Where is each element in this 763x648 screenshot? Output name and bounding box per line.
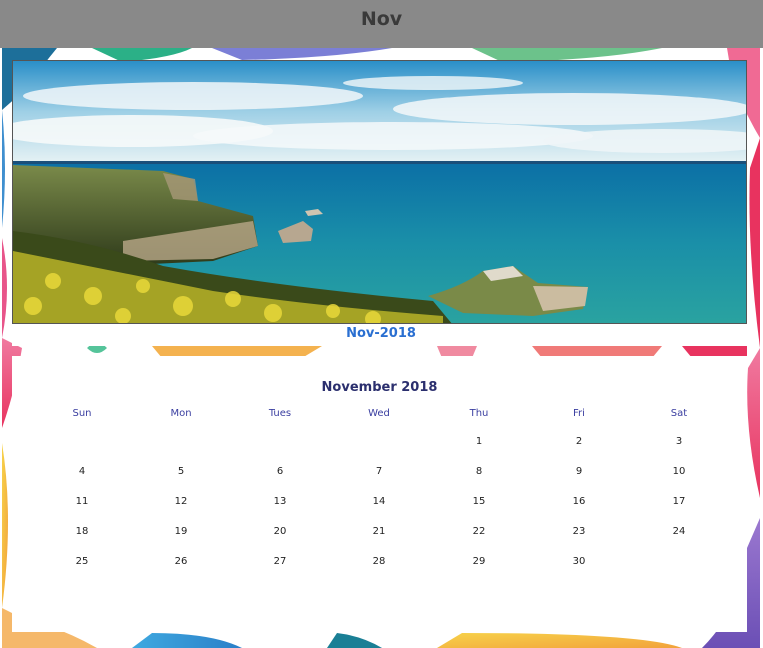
day-cell: 19 — [174, 526, 188, 537]
month-caption: Nov-2018 — [346, 326, 416, 341]
calendar-card: November 2018 Sun Mon Tues Wed Thu Fri S… — [12, 356, 747, 632]
weekday-header-row: Sun Mon Tues Wed Thu Fri Sat — [32, 408, 732, 424]
weekday-label: Mon — [170, 408, 192, 419]
day-cell: 18 — [75, 526, 89, 537]
day-cell: 2 — [575, 436, 583, 447]
week-row: 4 5 6 7 8 9 10 — [32, 466, 732, 482]
day-cell: 26 — [174, 556, 188, 567]
day-cell: 24 — [672, 526, 686, 537]
week-row: 25 26 27 28 29 30 — [32, 556, 732, 572]
weekday-label: Fri — [573, 408, 585, 419]
day-cell: 8 — [475, 466, 483, 477]
day-cell: 27 — [273, 556, 287, 567]
day-cell: 28 — [372, 556, 386, 567]
day-cell: 10 — [672, 466, 686, 477]
day-cell: 9 — [575, 466, 583, 477]
day-cell: 14 — [372, 496, 386, 507]
day-cell: 7 — [375, 466, 383, 477]
weekday-label: Wed — [368, 408, 390, 419]
day-cell: 30 — [572, 556, 586, 567]
day-cell: 12 — [174, 496, 188, 507]
week-row: 1 2 3 — [32, 436, 732, 452]
weekday-label: Sat — [670, 408, 688, 419]
weekday-label: Tues — [268, 408, 292, 419]
day-cell: 20 — [273, 526, 287, 537]
day-cell: 16 — [572, 496, 586, 507]
day-cell: 22 — [472, 526, 486, 537]
day-cell: 13 — [273, 496, 287, 507]
day-cell: 29 — [472, 556, 486, 567]
coastal-landscape-photo — [13, 61, 746, 323]
weekday-label: Thu — [469, 408, 489, 419]
weekday-label: Sun — [72, 408, 92, 419]
day-cell: 17 — [672, 496, 686, 507]
title-bar: Nov — [0, 0, 763, 48]
day-cell: 5 — [177, 466, 185, 477]
calendar-heading: November 2018 — [321, 380, 438, 395]
day-cell: 21 — [372, 526, 386, 537]
day-cell: 15 — [472, 496, 486, 507]
calendar-page: Nov-2018 November 2018 Sun Mon Tues Wed … — [2, 48, 760, 648]
week-row: 18 19 20 21 22 23 24 — [32, 526, 732, 542]
day-cell: 3 — [675, 436, 683, 447]
header-photo — [12, 60, 747, 324]
day-cell: 1 — [475, 436, 483, 447]
day-cell: 4 — [78, 466, 86, 477]
window-title: Nov — [360, 8, 403, 30]
day-cell: 11 — [75, 496, 89, 507]
week-row: 11 12 13 14 15 16 17 — [32, 496, 732, 512]
day-cell: 6 — [276, 466, 284, 477]
day-cell: 25 — [75, 556, 89, 567]
day-cell: 23 — [572, 526, 586, 537]
